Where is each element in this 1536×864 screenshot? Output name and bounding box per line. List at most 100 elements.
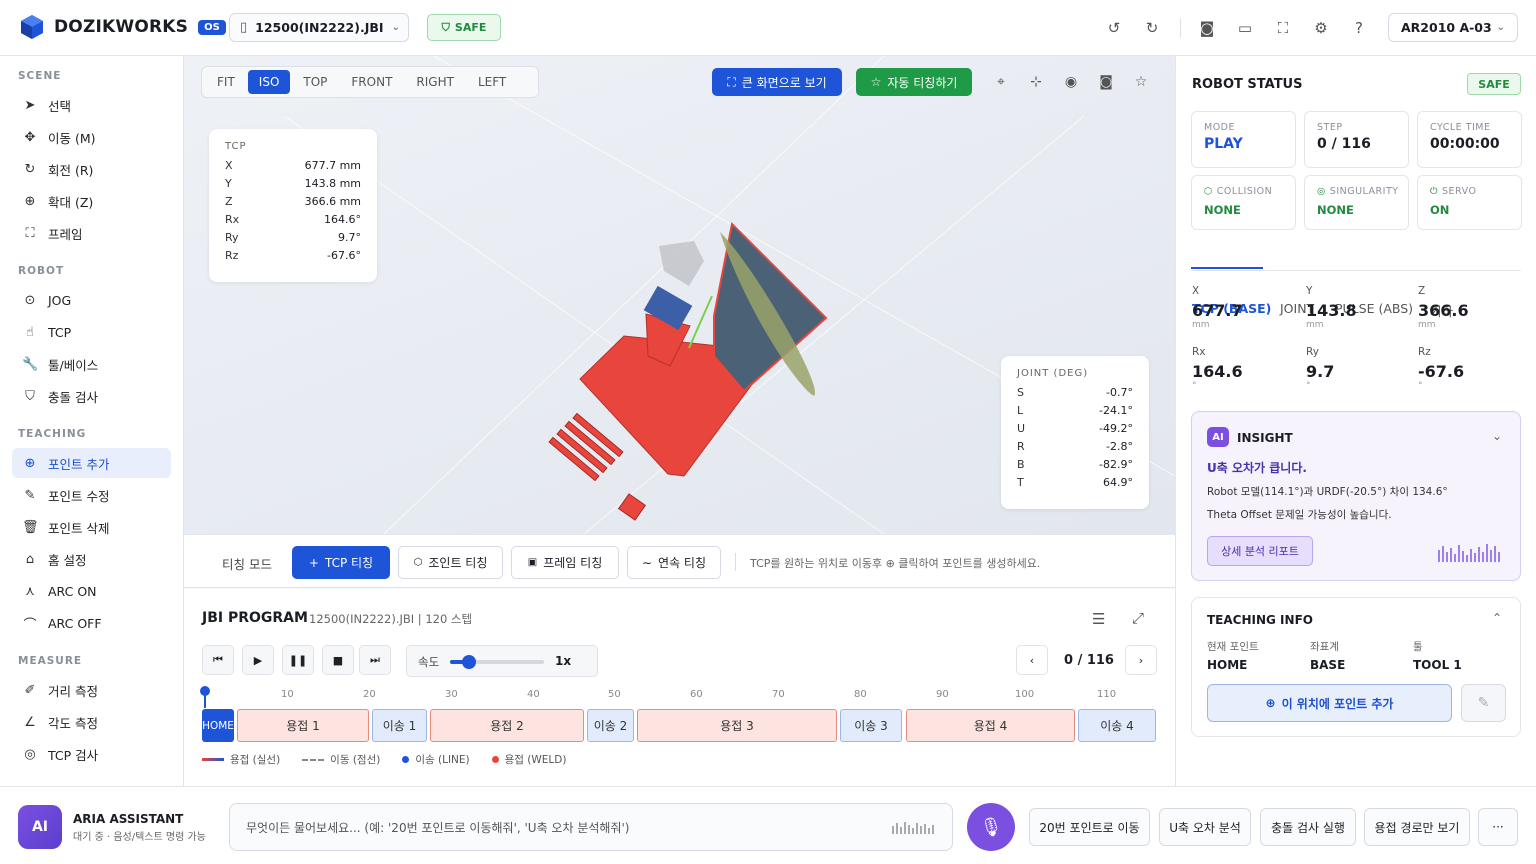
- stop-button[interactable]: ■: [322, 645, 354, 675]
- assistant-input-placeholder: 무엇이든 물어보세요... (예: '20번 포인트로 이동해줘', 'U축 오…: [246, 820, 630, 835]
- star-icon[interactable]: ☆: [1130, 71, 1152, 93]
- 3d-viewport[interactable]: FIT ISO TOP FRONT RIGHT LEFT ⛶ 큰 화면으로 보기 …: [184, 56, 1175, 534]
- edit-icon[interactable]: ✎: [1461, 684, 1506, 722]
- sidebar-item-jog[interactable]: ⊙ JOG: [12, 285, 171, 315]
- next-step-button[interactable]: ›: [1125, 645, 1157, 675]
- ruler-icon: ✐: [24, 682, 36, 698]
- chevron-down-icon[interactable]: ⌄: [1492, 429, 1502, 443]
- list-icon[interactable]: ☰: [1092, 610, 1105, 628]
- quick-action-weld-path[interactable]: 용접 경로만 보기: [1364, 808, 1470, 846]
- file-icon: ▯: [240, 20, 248, 35]
- target-icon: ◎: [24, 746, 36, 762]
- auto-teach-button[interactable]: ☆ 자동 티칭하기: [856, 68, 972, 96]
- crosshair-icon[interactable]: ⌖: [990, 71, 1012, 93]
- help-icon[interactable]: ?: [1347, 16, 1371, 40]
- segment-move-1[interactable]: 이송 1: [372, 709, 427, 742]
- detail-report-button[interactable]: 상세 분석 리포트: [1207, 536, 1313, 566]
- sidebar-item-tcp-check[interactable]: ◎ TCP 검사: [12, 739, 171, 769]
- insight-card: AI INSIGHT ⌄ U축 오차가 큽니다. Robot 모델(114.1°…: [1191, 411, 1521, 581]
- quick-action-u-axis[interactable]: U축 오차 분석: [1159, 808, 1251, 846]
- microphone-button[interactable]: 🎙: [967, 803, 1015, 851]
- sidebar-item-arc-off[interactable]: ⌒ ARC OFF: [12, 608, 171, 638]
- sidebar-item-arc-on[interactable]: ⋏ ARC ON: [12, 576, 171, 606]
- joint-row: R -2.8°: [1017, 439, 1133, 453]
- segment-weld-2[interactable]: 용접 2: [430, 709, 584, 742]
- segment-weld-3[interactable]: 용접 3: [637, 709, 837, 742]
- tcp-teach-button[interactable]: + TCP 티칭: [292, 546, 390, 579]
- quick-action-move-point[interactable]: 20번 포인트로 이동: [1029, 808, 1150, 846]
- sidebar: SCENE ➤ 선택 ✥ 이동 (M) ↻ 회전 (R) ⊕ 확대 (Z) ⛶ 프레임 R…: [0, 56, 184, 786]
- play-button[interactable]: ▶: [242, 645, 274, 675]
- continuous-teach-button[interactable]: ∼ 연속 티칭: [627, 546, 721, 579]
- tab-right[interactable]: RIGHT: [405, 70, 465, 94]
- sidebar-item-collision[interactable]: ⛉ 충돌 검사: [12, 381, 171, 411]
- tool: 툴 TOOL 1: [1413, 641, 1462, 672]
- tab-front[interactable]: FRONT: [340, 70, 403, 94]
- sidebar-item-edit-point[interactable]: ✎ 포인트 수정: [12, 480, 171, 510]
- current-point: 현재 포인트 HOME: [1207, 641, 1259, 672]
- sidebar-item-move[interactable]: ✥ 이동 (M): [12, 122, 171, 152]
- sidebar-item-select[interactable]: ➤ 선택: [12, 90, 171, 120]
- joint-teach-button[interactable]: ⬡ 조인트 티칭: [398, 546, 503, 579]
- sidebar-item-angle[interactable]: ∠ 각도 측정: [12, 707, 171, 737]
- expand-icon[interactable]: ⤢: [1132, 609, 1144, 627]
- os-badge: OS: [198, 19, 226, 35]
- more-button[interactable]: ···: [1478, 808, 1518, 846]
- tick-label: 60: [690, 689, 703, 700]
- eye-icon[interactable]: ◉: [1060, 71, 1082, 93]
- pause-button[interactable]: ❚❚: [282, 645, 314, 675]
- sidebar-item-rotate[interactable]: ↻ 회전 (R): [12, 154, 171, 184]
- section-title-measure: MEASURE: [18, 655, 83, 667]
- segment-weld-4[interactable]: 용접 4: [906, 709, 1075, 742]
- add-point-here-button[interactable]: ⊕ 이 위치에 포인트 추가: [1207, 684, 1452, 722]
- target-icon[interactable]: ⊹: [1025, 71, 1047, 93]
- sidebar-item-zoom[interactable]: ⊕ 확대 (Z): [12, 186, 171, 216]
- tab-fit[interactable]: FIT: [206, 70, 246, 94]
- zoom-icon: ⊕: [24, 193, 36, 209]
- servo-card: ⏻ SERVO ON: [1417, 175, 1522, 230]
- sidebar-item-add-point[interactable]: ⊕ 포인트 추가: [12, 448, 171, 478]
- segment-move-2[interactable]: 이송 2: [587, 709, 634, 742]
- sidebar-item-tcp[interactable]: ☝ TCP: [12, 317, 171, 347]
- speed-slider-knob[interactable]: [461, 655, 476, 669]
- file-tab[interactable]: ▯ 12500(IN2222).JBI ⌄: [229, 13, 409, 42]
- tab-iso[interactable]: ISO: [247, 70, 291, 94]
- gear-icon[interactable]: ⚙: [1309, 16, 1333, 40]
- video-icon[interactable]: ▭: [1233, 16, 1257, 40]
- fullscreen-icon[interactable]: ⛶: [1271, 16, 1295, 40]
- segment-weld-1[interactable]: 용접 1: [237, 709, 369, 742]
- sidebar-item-home[interactable]: ⌂ 홈 설정: [12, 544, 171, 574]
- frame-teach-button[interactable]: ▣ 프레임 티칭: [511, 546, 619, 579]
- sidebar-item-delete-point[interactable]: 🗑 포인트 삭제: [12, 512, 171, 542]
- sidebar-item-distance[interactable]: ✐ 거리 측정: [12, 675, 171, 705]
- fullscreen-view-button[interactable]: ⛶ 큰 화면으로 보기: [712, 68, 842, 96]
- speed-slider[interactable]: [450, 655, 544, 669]
- segment-move-4[interactable]: 이송 4: [1078, 709, 1156, 742]
- frame-icon: ⛶: [25, 225, 35, 241]
- weld-workpiece: [548, 221, 828, 521]
- chevron-up-icon[interactable]: ⌃: [1492, 611, 1502, 625]
- undo-icon[interactable]: ↺: [1102, 16, 1126, 40]
- coord-rz: Rz -67.6 °: [1418, 346, 1465, 391]
- skip-end-button[interactable]: ⏭: [359, 645, 391, 675]
- assistant-input[interactable]: 무엇이든 물어보세요... (예: '20번 포인트로 이동해줘', 'U축 오…: [229, 803, 953, 851]
- assistant-status: 대기 중 · 음성/텍스트 명령 가능: [73, 832, 206, 843]
- tab-top[interactable]: TOP: [292, 70, 338, 94]
- sidebar-item-tool-base[interactable]: 🔧 툴/베이스: [12, 349, 171, 379]
- camera-icon[interactable]: ◙: [1195, 16, 1219, 40]
- tick-label: 20: [363, 689, 376, 700]
- tab-left[interactable]: LEFT: [467, 70, 517, 94]
- assistant-name: ARIA ASSISTANT: [73, 812, 184, 826]
- robot-select[interactable]: AR2010 A-03 ⌄: [1388, 13, 1518, 42]
- prev-step-button[interactable]: ‹: [1016, 645, 1048, 675]
- redo-icon[interactable]: ↻: [1140, 16, 1164, 40]
- sidebar-item-frame[interactable]: ⛶ 프레임: [12, 218, 171, 248]
- segment-move-3[interactable]: 이송 3: [840, 709, 902, 742]
- skip-start-button[interactable]: ⏮: [202, 645, 234, 675]
- camera-icon[interactable]: ◙: [1095, 71, 1117, 93]
- section-title-teaching: TEACHING: [18, 428, 87, 440]
- segment-home[interactable]: HOME: [202, 709, 234, 742]
- timeline-cursor-head[interactable]: [200, 686, 210, 696]
- tick-label: 80: [854, 689, 867, 700]
- quick-action-collision[interactable]: 충돌 검사 실행: [1260, 808, 1356, 846]
